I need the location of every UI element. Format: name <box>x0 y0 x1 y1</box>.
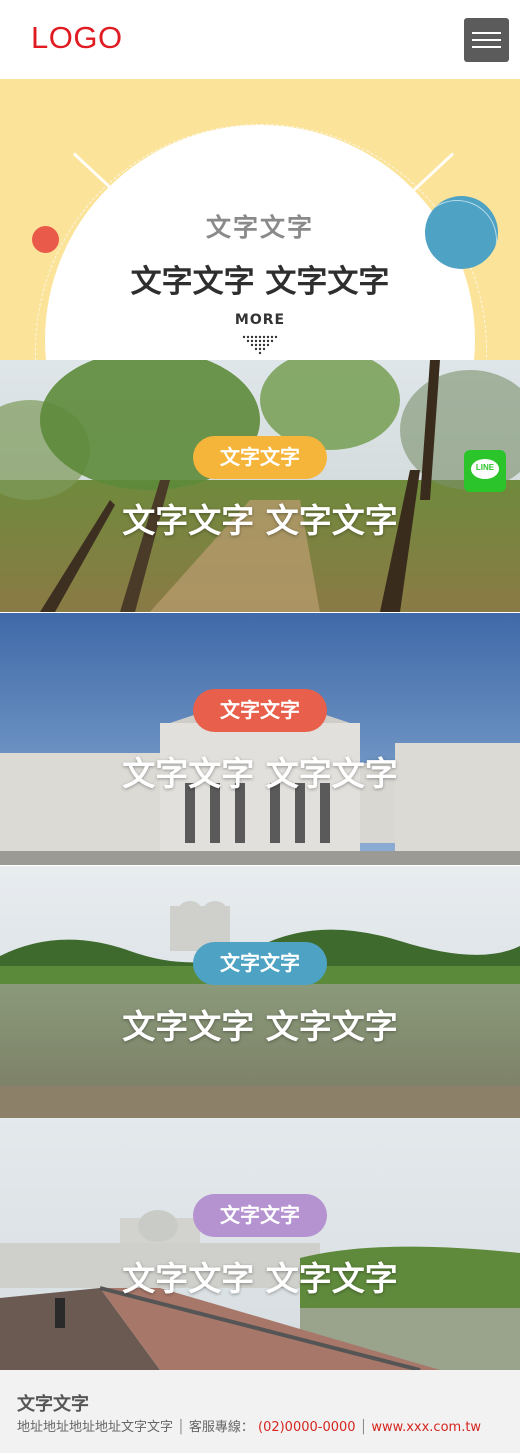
dotted-arrow-down-icon[interactable] <box>242 335 278 355</box>
line-label: LINE <box>475 463 495 472</box>
banner-museum[interactable]: 文字文字 文字文字 文字文字 <box>0 613 520 865</box>
banner-park[interactable]: 文字文字 文字文字 文字文字 <box>0 360 520 612</box>
banner-tag: 文字文字 <box>193 942 327 985</box>
footer-contact-info: 地址地址地址地址文字文字 │ 客服專線： (02)0000-0000 │ www.xxx… <box>17 1416 481 1435</box>
banner-lake[interactable]: 文字文字 文字文字 文字文字 <box>0 866 520 1118</box>
hero-title: 文字文字 文字文字 <box>130 264 390 300</box>
banner-tag: 文字文字 <box>193 1194 327 1237</box>
divider: │ <box>177 1420 185 1435</box>
banner-title: 文字文字 文字文字 <box>122 754 398 793</box>
bridge-photo <box>0 1118 520 1370</box>
menu-icon-bar <box>472 46 501 48</box>
lake-photo <box>0 866 520 1118</box>
museum-photo <box>0 613 520 865</box>
banner-tag: 文字文字 <box>193 689 327 732</box>
footer-website-link[interactable]: www.xxx.com.tw <box>371 1420 481 1435</box>
site-footer: 文字文字 地址地址地址地址文字文字 │ 客服專線： (02)0000-0000 │ ww… <box>0 1370 520 1453</box>
banner-title: 文字文字 文字文字 <box>122 501 398 540</box>
menu-icon-bar <box>472 39 501 41</box>
more-link[interactable]: MORE <box>0 312 520 328</box>
hamburger-menu-button[interactable] <box>464 18 509 62</box>
park-photo <box>0 360 520 612</box>
footer-phone-label: 客服專線： <box>188 1420 254 1435</box>
footer-phone[interactable]: (02)0000-0000 <box>258 1420 356 1435</box>
banner-title: 文字文字 文字文字 <box>122 1007 398 1046</box>
banner-bridge[interactable]: 文字文字 文字文字 文字文字 <box>0 1118 520 1370</box>
hero-section: 文字文字 文字文字 文字文字 MORE <box>0 79 520 360</box>
footer-address: 地址地址地址地址文字文字 <box>17 1420 174 1435</box>
logo[interactable]: LOGO <box>31 20 123 56</box>
banner-tag: 文字文字 <box>193 436 327 479</box>
banner-title: 文字文字 文字文字 <box>122 1259 398 1298</box>
line-chat-button[interactable]: LINE <box>464 450 506 492</box>
divider: │ <box>359 1420 368 1435</box>
hero-subtitle: 文字文字 <box>205 213 314 242</box>
site-header: LOGO <box>0 0 520 79</box>
menu-icon <box>472 32 501 34</box>
footer-company-name: 文字文字 <box>17 1394 89 1415</box>
